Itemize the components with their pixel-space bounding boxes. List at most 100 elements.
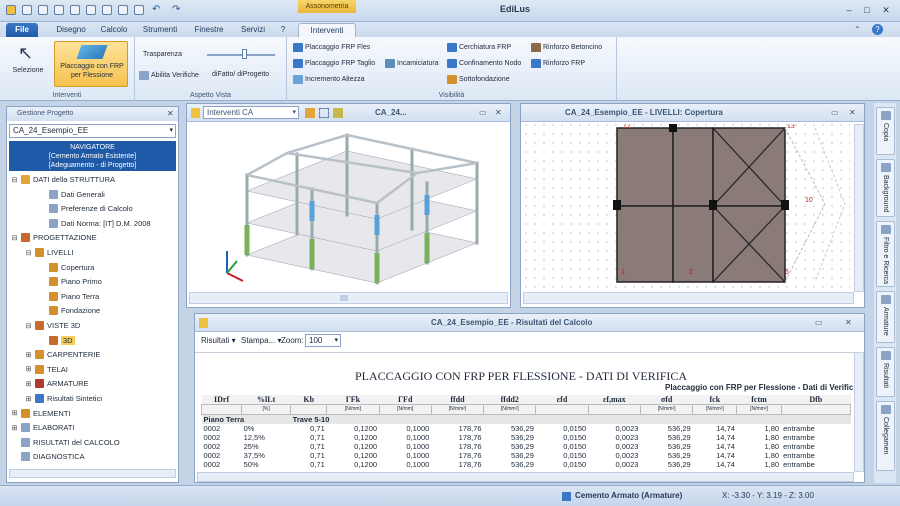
trasparenza-slider-thumb[interactable] bbox=[242, 49, 248, 59]
project-select[interactable]: CA_24_Esempio_EE ▾ bbox=[9, 124, 176, 138]
tree-expander-icon[interactable]: ⊞ bbox=[25, 380, 32, 388]
structure-3d-drawing[interactable] bbox=[187, 123, 510, 289]
ribbon-collapse-icon[interactable]: ⌃ bbox=[854, 25, 861, 34]
tree-item[interactable]: ⊞ Risultati Sintetici bbox=[25, 394, 102, 403]
rinforzo-betoncino-button[interactable]: Rinforzo Betoncino bbox=[531, 43, 602, 52]
tree-hscrollbar[interactable] bbox=[9, 469, 176, 478]
tab-calcolo[interactable]: Calcolo bbox=[96, 23, 132, 37]
tree-item[interactable]: Piano Terra bbox=[39, 291, 99, 301]
tree-item[interactable]: Piano Primo bbox=[39, 277, 102, 287]
tree-expander-icon[interactable]: ⊞ bbox=[11, 424, 18, 432]
tree-item[interactable]: RISULTATI del CALCOLO bbox=[11, 437, 120, 447]
tree-item[interactable]: ⊞ ARMATURE bbox=[25, 379, 89, 389]
tree-item[interactable]: ⊞ ELEMENTI bbox=[11, 408, 71, 418]
results-minimize-icon[interactable]: ▭ bbox=[815, 314, 823, 332]
selezione-button[interactable]: Selezione bbox=[8, 67, 48, 74]
tab-help[interactable]: ? bbox=[276, 23, 290, 37]
results-vscrollbar[interactable] bbox=[854, 352, 864, 472]
tab-interventi[interactable]: Interventi bbox=[298, 23, 356, 37]
interventi-dropdown[interactable]: Interventi CA ▾ bbox=[203, 106, 299, 119]
cube-icon[interactable] bbox=[333, 108, 343, 118]
view2d-close-icon[interactable]: ✕ bbox=[849, 104, 856, 122]
new-file-icon[interactable] bbox=[22, 5, 32, 15]
tab-strumenti[interactable]: Strumenti bbox=[138, 23, 182, 37]
stampa-menu[interactable]: Stampa... ▾ bbox=[241, 336, 282, 345]
dock-tab[interactable]: Risultati bbox=[876, 347, 895, 397]
app-menu-icon[interactable] bbox=[6, 5, 16, 15]
close-button[interactable]: ✕ bbox=[877, 3, 895, 17]
tree-expander-icon[interactable]: ⊟ bbox=[25, 322, 32, 330]
view3d-hscrollbar[interactable] bbox=[189, 292, 508, 304]
undo-icon[interactable]: ↶ bbox=[152, 5, 162, 15]
abilita-verifiche-button[interactable]: Abilita Verifiche bbox=[139, 71, 199, 80]
difatto-diprogetto-button[interactable]: diFatto/ diProgetto bbox=[212, 71, 269, 78]
tree-item[interactable]: ⊞ ELABORATI bbox=[11, 423, 75, 433]
tree-item[interactable]: Preferenze di Calcolo bbox=[39, 204, 133, 214]
dock-tab[interactable]: Armature bbox=[876, 291, 895, 343]
results-hscrollbar[interactable] bbox=[197, 472, 854, 482]
navigator-banner[interactable]: NAVIGATORE [Cemento Armato Esistente] [A… bbox=[9, 141, 176, 171]
tree-expander-icon[interactable]: ⊟ bbox=[11, 176, 18, 184]
dock-tab[interactable]: Filtro e Ricerca bbox=[876, 221, 895, 287]
view2d-minimize-icon[interactable]: ▭ bbox=[831, 104, 839, 122]
tab-file[interactable]: File bbox=[6, 23, 38, 37]
tab-finestre[interactable]: Finestre bbox=[190, 23, 228, 37]
tree-expander-icon[interactable]: ⊞ bbox=[11, 409, 18, 417]
incremento-altezza-button[interactable]: Incremento Altezza bbox=[293, 75, 365, 84]
placcaggio-flessione-button[interactable]: Placcaggio con FRP per Flessione bbox=[54, 41, 128, 87]
sottofondazione-button[interactable]: Sottofondazione bbox=[447, 75, 510, 84]
minimize-button[interactable]: – bbox=[840, 3, 858, 17]
redo-icon[interactable]: ↷ bbox=[172, 5, 182, 15]
cut-icon[interactable] bbox=[102, 5, 112, 15]
tree-item[interactable]: ⊟ DATI della STRUTTURA bbox=[11, 175, 115, 184]
panel-close-icon[interactable]: ✕ bbox=[167, 109, 174, 118]
dock-tab[interactable]: Copia bbox=[876, 107, 895, 155]
rinforzo-frp-button[interactable]: Rinforzo FRP bbox=[531, 59, 585, 68]
tree-item[interactable]: ⊟ LIVELLI bbox=[25, 248, 74, 257]
zoom-select[interactable]: 100 ▾ bbox=[305, 334, 341, 347]
paste-icon[interactable] bbox=[134, 5, 144, 15]
tree-item[interactable]: DIAGNOSTICA bbox=[11, 452, 85, 462]
tree-item[interactable]: ⊟ VISTE 3D bbox=[25, 321, 80, 330]
tab-servizi[interactable]: Servizi bbox=[236, 23, 270, 37]
tree-item[interactable]: Dati Generali bbox=[39, 189, 105, 199]
scroll-thumb[interactable] bbox=[340, 295, 348, 301]
cerchiatura-frp-button[interactable]: Cerchiatura FRP bbox=[447, 43, 511, 52]
risultati-menu[interactable]: Risultati ▾ bbox=[201, 336, 236, 345]
dock-tab[interactable]: Collegamen bbox=[876, 401, 895, 471]
cursor-icon[interactable] bbox=[86, 5, 96, 15]
tree-expander-icon[interactable]: ⊟ bbox=[11, 234, 18, 242]
placcaggio-frp-taglio-button[interactable]: Placcaggio FRP Taglio bbox=[293, 59, 375, 68]
tree-item[interactable]: ⊞ CARPENTERIE bbox=[25, 350, 100, 360]
view2d-hscrollbar[interactable] bbox=[523, 292, 854, 304]
tree-expander-icon[interactable]: ⊞ bbox=[25, 395, 32, 403]
print-icon[interactable] bbox=[70, 5, 80, 15]
view3d-close-icon[interactable]: ✕ bbox=[495, 104, 502, 122]
tree-item[interactable]: Fondazione bbox=[39, 306, 100, 316]
save-icon[interactable] bbox=[54, 5, 64, 15]
tree-item[interactable]: Dati Norma: [IT] D.M. 2008 bbox=[39, 218, 151, 228]
copy-icon[interactable] bbox=[118, 5, 128, 15]
tree-item[interactable]: ⊞ TELAI bbox=[25, 364, 68, 374]
results-close-icon[interactable]: ✕ bbox=[845, 314, 852, 332]
floor-plan-drawing[interactable]: 12 13 10 1 2 5 bbox=[525, 124, 850, 292]
tree-expander-icon[interactable]: ⊞ bbox=[25, 351, 32, 359]
dock-tab[interactable]: Background bbox=[876, 159, 895, 217]
tree-item[interactable]: ⊟ PROGETTAZIONE bbox=[11, 233, 97, 243]
maximize-button[interactable]: □ bbox=[858, 3, 876, 17]
tree-expander-icon[interactable]: ⊞ bbox=[25, 365, 32, 373]
open-folder-icon[interactable] bbox=[38, 5, 48, 15]
tab-disegno[interactable]: Disegno bbox=[50, 23, 92, 37]
incamiciatura-button[interactable]: Incamiciatura bbox=[385, 59, 439, 68]
tree-item[interactable]: 3D bbox=[39, 335, 75, 345]
placcaggio-frp-fles-button[interactable]: Placcaggio FRP Fles bbox=[293, 43, 370, 52]
view3d-minimize-icon[interactable]: ▭ bbox=[479, 104, 487, 122]
layers-icon[interactable] bbox=[305, 108, 315, 118]
tree-expander-icon[interactable]: ⊟ bbox=[25, 249, 32, 257]
help-icon[interactable]: ? bbox=[872, 24, 883, 35]
tree-item[interactable]: Copertura bbox=[39, 262, 94, 272]
zoom-window-icon[interactable] bbox=[319, 108, 329, 118]
view2d-vscrollbar[interactable] bbox=[854, 124, 864, 292]
trasparenza-slider[interactable] bbox=[207, 54, 275, 56]
confinamento-nodo-button[interactable]: Confinamento Nodo bbox=[447, 59, 521, 68]
